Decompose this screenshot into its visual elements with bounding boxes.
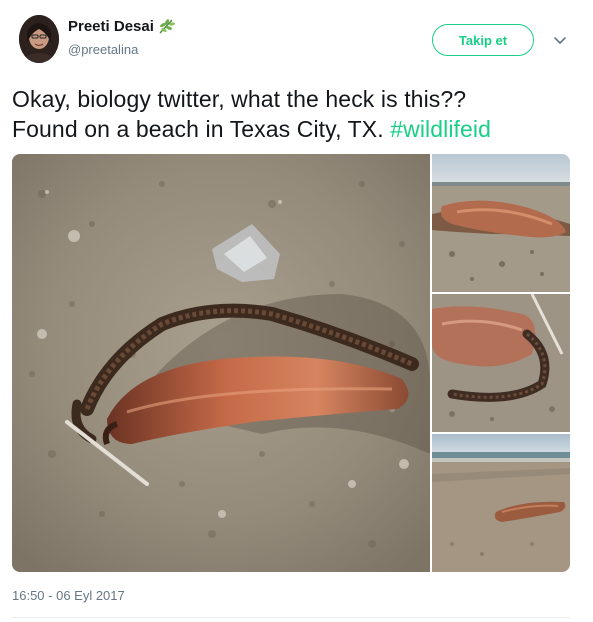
chevron-down-icon[interactable] [553,33,567,47]
photo-side-1[interactable] [432,154,570,292]
avatar[interactable] [19,15,59,63]
photo-side-3[interactable] [432,434,570,572]
photo-side-2[interactable] [432,294,570,432]
username[interactable]: @preetalina [68,42,138,57]
media-grid [12,154,570,572]
display-name-row[interactable]: Preeti Desai [68,17,177,35]
tweet-text: Okay, biology twitter, what the heck is … [12,84,582,144]
tweet-text-line2: Found on a beach in Texas City, TX. [12,116,384,142]
display-name[interactable]: Preeti Desai [68,18,154,35]
leaf-icon [157,17,177,35]
tweet-text-line1: Okay, biology twitter, what the heck is … [12,86,467,112]
tweet-timestamp[interactable]: 16:50 - 06 Eyl 2017 [12,588,125,603]
photo-main[interactable] [12,154,430,572]
hashtag-link[interactable]: #wildlifeid [390,116,491,142]
follow-button[interactable]: Takip et [432,24,534,56]
divider [12,617,570,618]
